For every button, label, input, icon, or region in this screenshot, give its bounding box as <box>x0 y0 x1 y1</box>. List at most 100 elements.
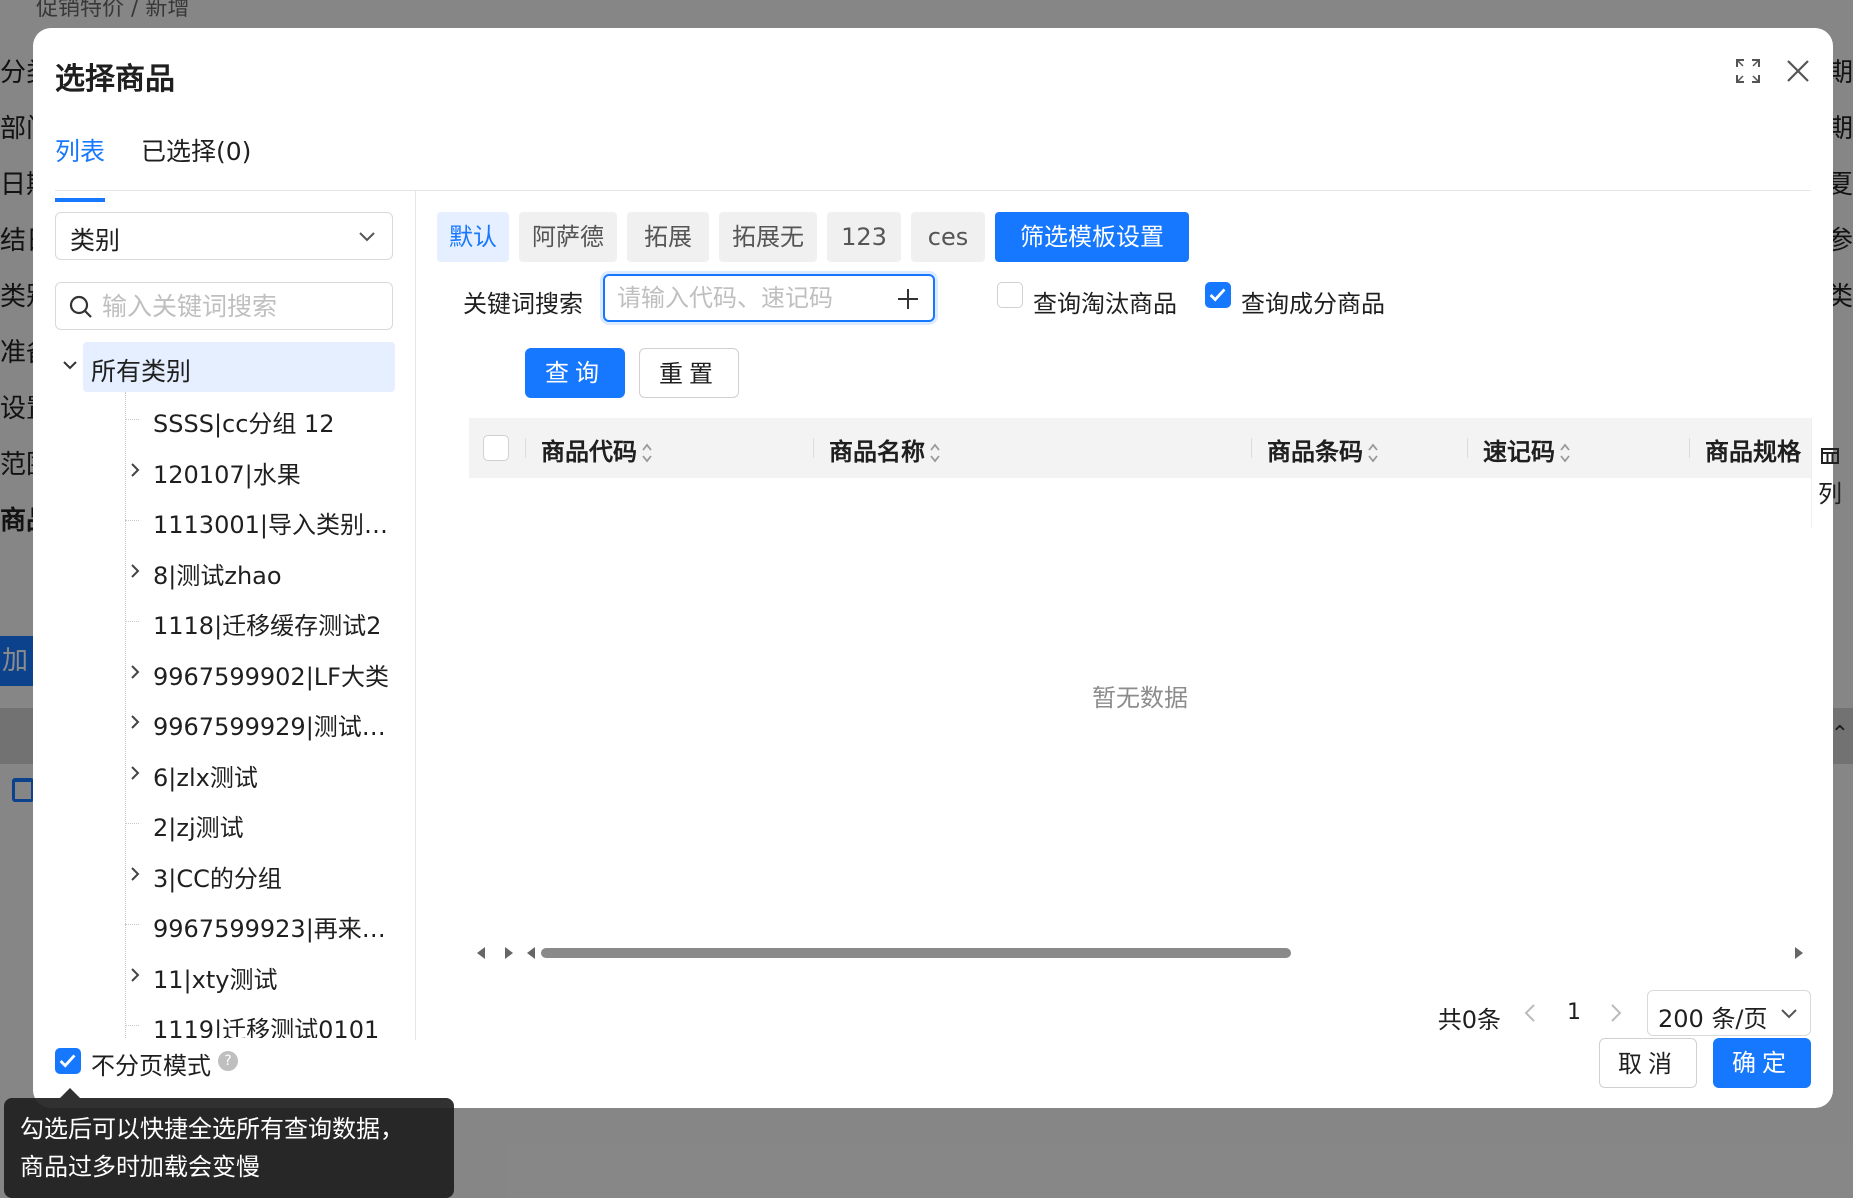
tree-leaf-line <box>125 621 139 622</box>
template-tab[interactable]: 123 <box>827 212 901 262</box>
tree-node-label: 9967599923|再来最后... <box>153 915 393 943</box>
tree-leaf-line <box>125 823 139 824</box>
no-paging-tooltip: 勾选后可以快捷全选所有查询数据， 商品过多时加载会变慢 <box>4 1098 454 1198</box>
chevron-right-icon[interactable] <box>1607 1002 1625 1024</box>
column-header-barcode[interactable]: 商品条码 <box>1267 432 1379 467</box>
product-panel: 默认 阿萨德 拓展 拓展无 123 ces 筛选模板设置 关键词搜索 查询淘汰商… <box>437 190 1842 1040</box>
tree-node[interactable]: 8|测试zhao <box>117 548 395 596</box>
tree-node[interactable]: 2|zj测试 <box>117 800 395 848</box>
no-paging-checkbox[interactable] <box>55 1048 81 1074</box>
column-divider <box>1467 438 1468 458</box>
column-divider <box>525 438 526 458</box>
page-size-select[interactable]: 200 条/页 <box>1647 990 1811 1036</box>
chevron-right-icon[interactable] <box>127 764 143 782</box>
template-tab[interactable]: 阿萨德 <box>519 212 617 262</box>
category-type-select[interactable]: 类别 <box>55 212 393 260</box>
tree-node[interactable]: 1113001|导入类别111... <box>117 497 395 545</box>
search-icon <box>69 295 92 318</box>
chevron-down-icon[interactable] <box>61 356 79 374</box>
chevron-right-icon[interactable] <box>127 562 143 580</box>
tree-node[interactable]: SSSS|cc分组 12 <box>117 396 395 444</box>
tree-node[interactable]: 11|xty测试 <box>117 952 395 1000</box>
check-icon <box>1209 288 1226 302</box>
tree-node-label: 3|CC的分组 <box>153 864 282 893</box>
column-settings-label: 列 <box>1818 480 1842 508</box>
column-settings[interactable]: 列 <box>1811 418 1848 528</box>
obsolete-checkbox-label: 查询淘汰商品 <box>1033 290 1177 318</box>
column-header-name[interactable]: 商品名称 <box>829 432 941 467</box>
horizontal-scrollbar[interactable] <box>469 938 1811 966</box>
query-button[interactable]: 查询 <box>525 348 625 398</box>
no-paging-label: 不分页模式 <box>91 1052 211 1080</box>
chevron-right-icon[interactable] <box>127 461 143 479</box>
help-icon[interactable]: ? <box>218 1051 238 1071</box>
chevron-right-icon[interactable] <box>127 663 143 681</box>
sort-icon[interactable] <box>641 441 653 465</box>
tree-node-label: 1119|迁移测试0101 <box>153 1016 380 1038</box>
scroll-left-icon[interactable] <box>475 946 487 960</box>
column-divider <box>1251 438 1252 458</box>
chevron-down-icon <box>1781 1009 1797 1019</box>
scroll-left-icon[interactable] <box>525 946 537 960</box>
panel-divider <box>415 190 416 1040</box>
select-all-checkbox[interactable] <box>483 435 509 461</box>
scroll-right-icon[interactable] <box>503 946 515 960</box>
keyword-input[interactable] <box>617 282 887 314</box>
tree-node[interactable]: 1118|迁移缓存测试2 <box>117 598 395 646</box>
tree-node[interactable]: 6|zlx测试 <box>117 750 395 798</box>
column-divider <box>1689 438 1690 458</box>
table-header: 商品代码 商品名称 商品条码 速记码 商品规格 <box>469 418 1811 478</box>
template-tab[interactable]: 默认 <box>437 212 509 262</box>
template-tab[interactable]: ces <box>911 212 985 262</box>
column-header-code[interactable]: 商品代码 <box>541 432 653 467</box>
obsolete-checkbox[interactable] <box>997 282 1023 308</box>
sort-icon[interactable] <box>929 441 941 465</box>
component-checkbox[interactable] <box>1205 282 1231 308</box>
plus-icon[interactable] <box>895 286 921 312</box>
chevron-left-icon[interactable] <box>1521 1002 1539 1024</box>
category-search[interactable] <box>55 282 393 330</box>
confirm-button[interactable]: 确定 <box>1713 1038 1811 1088</box>
cancel-button[interactable]: 取消 <box>1599 1038 1697 1088</box>
fullscreen-icon[interactable] <box>1735 58 1761 84</box>
chevron-right-icon[interactable] <box>127 713 143 731</box>
tab-selected[interactable]: 已选择(0) <box>141 132 251 168</box>
close-icon[interactable] <box>1785 58 1811 84</box>
pagination-page[interactable]: 1 <box>1567 1000 1581 1025</box>
column-header-label: 商品代码 <box>541 438 637 466</box>
scrollbar-thumb[interactable] <box>541 948 1291 958</box>
chevron-right-icon[interactable] <box>127 966 143 984</box>
chevron-right-icon[interactable] <box>127 865 143 883</box>
sort-icon[interactable] <box>1559 441 1571 465</box>
template-tab[interactable]: 拓展无 <box>719 212 817 262</box>
modal-title: 选择商品 <box>55 62 175 97</box>
column-header-shortcode[interactable]: 速记码 <box>1483 432 1571 467</box>
column-header-spec[interactable]: 商品规格 <box>1705 432 1801 467</box>
template-settings-button[interactable]: 筛选模板设置 <box>995 212 1189 262</box>
sort-icon[interactable] <box>1367 441 1379 465</box>
template-tab[interactable]: 拓展 <box>627 212 709 262</box>
tab-list[interactable]: 列表 <box>55 132 105 202</box>
tree-node[interactable]: 9967599929|测试1127 <box>117 699 395 747</box>
check-icon <box>59 1054 76 1068</box>
tree-node[interactable]: 3|CC的分组 <box>117 851 395 899</box>
tree-node[interactable]: 9967599902|LF大类 <box>117 649 395 697</box>
category-search-input[interactable] <box>102 289 382 323</box>
tree-leaf-line <box>125 924 139 925</box>
tree-node-label: 11|xty测试 <box>153 965 278 994</box>
tree-node-label: 9967599929|测试1127 <box>153 713 393 741</box>
tree-leaf-line <box>125 1025 139 1026</box>
tree-node[interactable]: 1119|迁移测试0101 <box>117 1002 395 1038</box>
tree-node[interactable]: 120107|水果 <box>117 447 395 495</box>
tree-node-label: 9967599902|LF大类 <box>153 662 389 691</box>
tree-node[interactable]: 9967599923|再来最后... <box>117 901 395 949</box>
component-checkbox-label: 查询成分商品 <box>1241 290 1385 318</box>
modal-tabs: 列表 已选择(0) <box>55 120 1811 202</box>
tree-leaf-line <box>125 419 139 420</box>
keyword-field[interactable] <box>603 274 935 322</box>
select-product-modal: 选择商品 列表 已选择(0) 类别 所有类别 SSSS|cc分组 12 <box>33 28 1842 1108</box>
tree-node-label: 6|zlx测试 <box>153 763 258 792</box>
reset-button[interactable]: 重置 <box>639 348 739 398</box>
tree-root-all-categories[interactable]: 所有类别 <box>63 342 395 392</box>
scroll-right-icon[interactable] <box>1793 946 1805 960</box>
